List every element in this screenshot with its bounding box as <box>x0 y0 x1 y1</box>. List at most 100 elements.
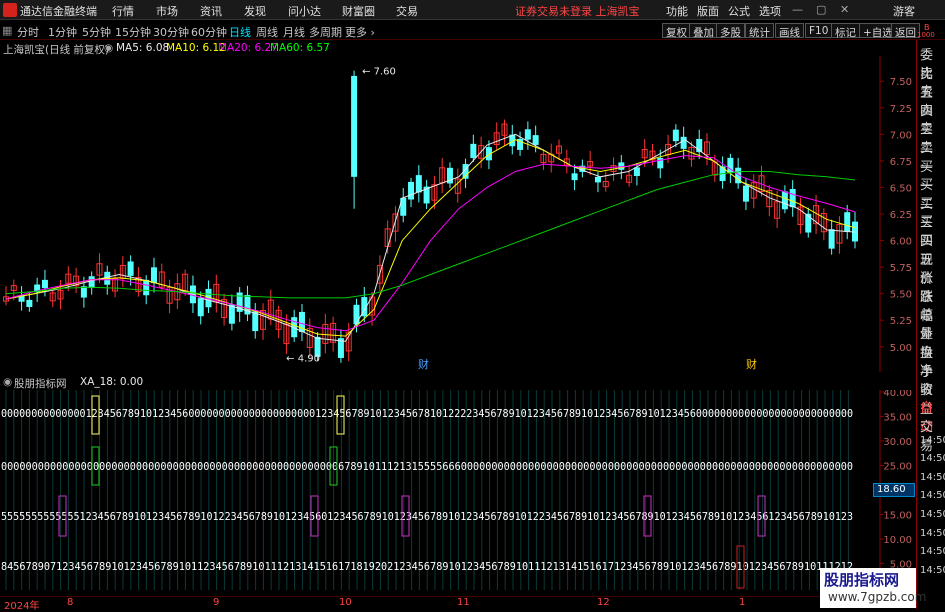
maximize-icon[interactable]: ▢ <box>816 3 826 16</box>
candle-body <box>844 212 851 232</box>
low-price-label: ← 4.90 <box>286 353 320 364</box>
watermark-url: www.7gpzb.com <box>828 590 927 604</box>
menu-gongneng[interactable]: 功能 <box>666 3 688 19</box>
fuquan-button[interactable]: 复权 <box>662 23 691 39</box>
candle-body <box>470 143 477 159</box>
indicator-counter-row: 5555555555555123456789101234567891012234… <box>1 511 853 523</box>
candle-body <box>524 129 531 140</box>
menu-item-hangqing[interactable]: 行情 <box>112 3 134 19</box>
indicator-cursor-value: 18.60 <box>877 484 906 495</box>
price-tick-label: 5.50 <box>890 290 912 301</box>
candle-body <box>633 167 640 176</box>
side-panel-label: 14:50 <box>920 527 945 539</box>
stock-title: 上海凯宝(日线 前复权) <box>3 44 110 56</box>
side-panel-label: 14:50 <box>920 434 945 446</box>
multi-stock-button[interactable]: 多股 <box>716 23 745 39</box>
ma-info-line: 上海凯宝(日线 前复权) ◉ MA5: 6.08 MA10: 6.12 MA20… <box>0 40 880 56</box>
period-15min[interactable]: 15分钟 <box>115 24 151 40</box>
price-tick-label: 7.00 <box>890 130 912 141</box>
period-60min[interactable]: 60分钟 <box>191 24 227 40</box>
menu-item-jiaoyi[interactable]: 交易 <box>396 3 418 19</box>
candle-body <box>828 229 835 249</box>
price-tick-label: 6.75 <box>890 157 912 168</box>
indicator-tick-label: 25.00 <box>883 462 912 473</box>
menu-banmian[interactable]: 版面 <box>697 3 719 19</box>
menu-xuanxiang[interactable]: 选项 <box>759 3 781 19</box>
minimize-icon[interactable]: — <box>792 3 803 16</box>
candle-body <box>408 181 415 200</box>
app-title: 通达信金融终端 <box>20 5 97 18</box>
finance-marker[interactable]: 财 <box>746 357 757 371</box>
time-axis-year: 2024年 <box>4 601 40 612</box>
time-axis: 2024年 8 9 10 11 12 1 <box>0 596 916 612</box>
price-tick-label: 6.25 <box>890 210 912 221</box>
menu-item-caifuquan[interactable]: 财富圈 <box>342 3 375 19</box>
indicator-counter-row: 0000000000000012345678910123456000000000… <box>1 408 853 420</box>
period-daily[interactable]: 日线 <box>229 24 251 40</box>
indicator-tick-label: 35.00 <box>883 413 912 424</box>
price-tick-label: 6.00 <box>890 237 912 248</box>
overlay-button[interactable]: 叠加 <box>689 23 718 39</box>
indicator-name: 股朋指标网 <box>14 378 67 390</box>
candle-body <box>127 261 134 276</box>
menu-item-zixun[interactable]: 资讯 <box>200 3 222 19</box>
side-panel-label: 14:50 <box>920 509 945 520</box>
ma5-value: MA5: 6.08 <box>116 42 170 54</box>
time-axis-nov: 11 <box>457 597 470 608</box>
indicator-tick-label: 10.00 <box>883 535 912 546</box>
price-tick-label: 5.25 <box>890 316 912 327</box>
back-button[interactable]: 返回 <box>891 23 920 39</box>
candle-body <box>680 136 687 149</box>
high-price-label: ← 7.60 <box>362 67 396 78</box>
candle-body <box>252 311 259 332</box>
candle-body <box>571 173 578 181</box>
time-axis-jan: 1 <box>739 597 746 608</box>
ma20-value: MA20: 6.27 <box>218 42 278 54</box>
indicator-value: XA_18: 0.00 <box>80 376 144 388</box>
candle-body <box>672 129 679 142</box>
close-icon[interactable]: ✕ <box>840 3 849 16</box>
menu-item-wenxiaoda[interactable]: 问小达 <box>288 3 321 19</box>
price-tick-label: 6.50 <box>890 183 912 194</box>
menu-item-faxian[interactable]: 发现 <box>244 3 266 19</box>
period-more[interactable]: 更多 › <box>345 24 375 40</box>
indicator-settings-icon[interactable]: ◉ <box>3 376 12 388</box>
indicator-chart[interactable]: 0000000000000012345678910123456000000000… <box>0 390 916 596</box>
menu-item-shichang[interactable]: 市场 <box>156 3 178 19</box>
indicator-tick-label: 40.00 <box>883 390 912 399</box>
time-axis-dec: 12 <box>597 597 610 608</box>
candle-body <box>41 279 48 289</box>
price-tick-label: 7.25 <box>890 104 912 115</box>
kline-chart[interactable]: 7.50 7.25 7.00 6.75 6.50 6.25 6.00 5.75 5.50 5.25… <box>0 56 916 372</box>
indicator-tick-label: 15.00 <box>883 511 912 522</box>
period-30min[interactable]: 30分钟 <box>153 24 189 40</box>
settings-icon[interactable]: ◉ <box>104 42 113 54</box>
quote-side-panel: 委比 卖五 卖四 卖三 卖二 卖一 买一 买二 买三 买四 买五 现价 涨跌 涨幅 总量 外盘 换手 净资 收益 自动… <box>916 40 945 609</box>
side-panel-label: 14:50 <box>920 471 945 483</box>
trade-login-notice[interactable]: 证券交易未登录 上海凯宝 <box>515 3 640 19</box>
draw-line-button[interactable]: 画线 <box>775 23 804 39</box>
indicator-counter-row: 8456789071234567891012345678910112345678… <box>1 561 853 573</box>
period-multi[interactable]: 多周期 <box>309 24 342 40</box>
corner-badge-count: 1000 <box>917 31 935 39</box>
period-1min[interactable]: 1分钟 <box>48 24 77 40</box>
candle-body <box>143 279 150 296</box>
grid-icon[interactable]: ▦ <box>2 24 12 37</box>
period-monthly[interactable]: 月线 <box>283 24 305 40</box>
f10-button[interactable]: F10 <box>805 23 833 38</box>
mark-button[interactable]: 标记 <box>831 23 860 39</box>
period-weekly[interactable]: 周线 <box>256 24 278 40</box>
price-tick-label: 7.50 <box>890 77 912 88</box>
watermark-logo: 股朋指标网 www.7gpzb.com <box>820 568 926 608</box>
menu-gongshi[interactable]: 公式 <box>728 3 750 19</box>
time-axis-sep: 9 <box>213 597 220 608</box>
price-tick-label: 5.00 <box>890 343 912 354</box>
ma60-value: MA60: 6.57 <box>270 42 330 54</box>
candle-body <box>88 276 95 289</box>
ma-line-ma20 <box>5 155 856 332</box>
period-5min[interactable]: 5分钟 <box>82 24 111 40</box>
finance-marker[interactable]: 财 <box>418 357 429 371</box>
guest-label[interactable]: 游客 <box>893 3 915 19</box>
period-fenshi[interactable]: 分时 <box>17 24 39 40</box>
stats-button[interactable]: 统计 <box>745 23 774 39</box>
